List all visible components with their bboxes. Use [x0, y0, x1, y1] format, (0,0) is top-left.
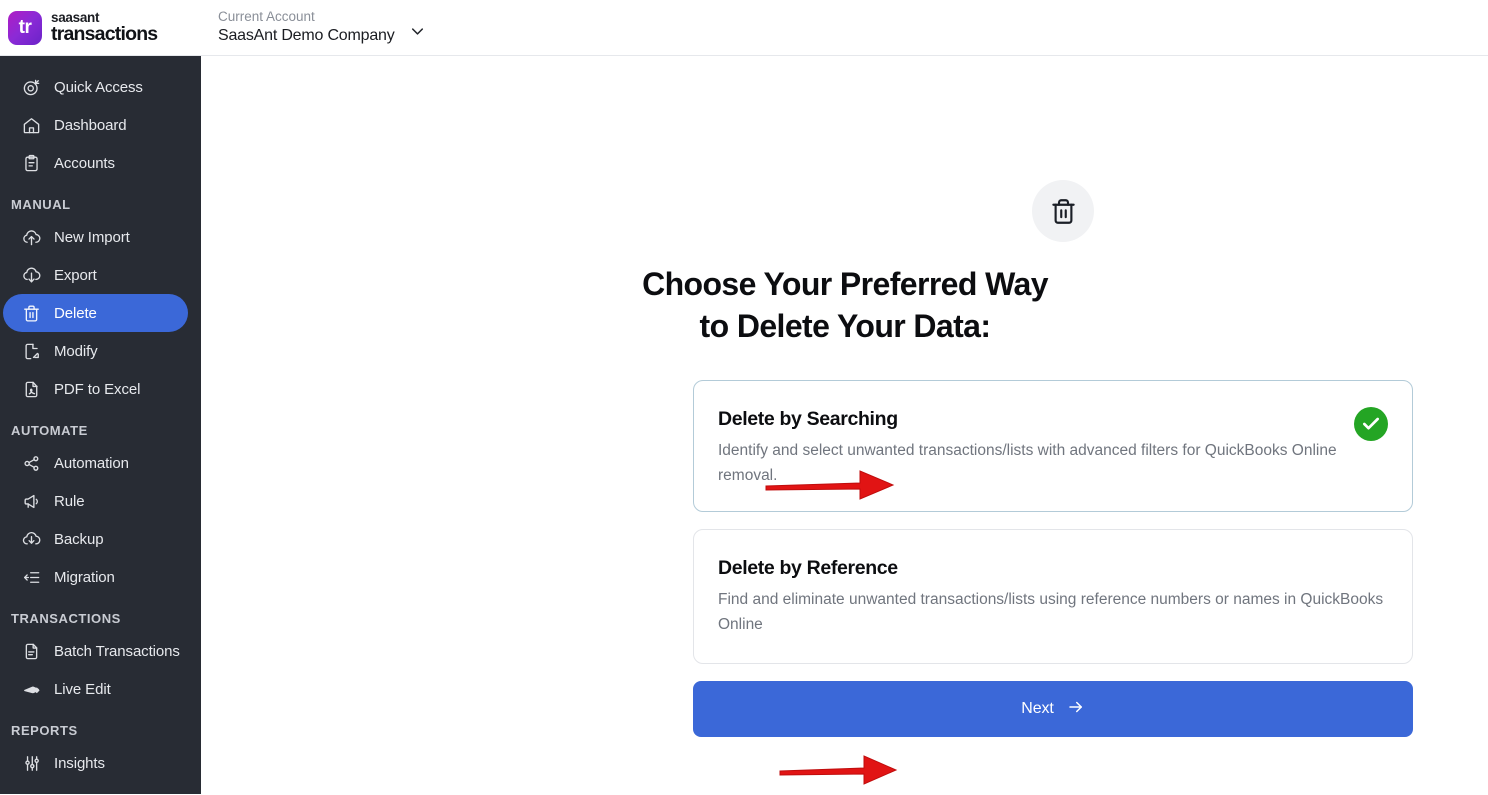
- megaphone-icon: [22, 492, 41, 511]
- sidebar-item-label: Accounts: [54, 154, 115, 172]
- sidebar-item-automation[interactable]: Automation: [3, 444, 188, 482]
- sidebar-item-backup[interactable]: Backup: [3, 520, 188, 558]
- cloud-upload-icon: [22, 228, 41, 247]
- current-account-value: SaasAnt Demo Company: [218, 26, 395, 44]
- sidebar-item-insights[interactable]: Insights: [3, 744, 188, 782]
- sidebar-item-rule[interactable]: Rule: [3, 482, 188, 520]
- sidebar-item-dashboard[interactable]: Dashboard: [3, 106, 188, 144]
- main-content-area: Choose Your Preferred Way to Delete Your…: [201, 56, 1488, 794]
- saasant-logo-icon: tr: [8, 10, 42, 45]
- sidebar-item-label: Quick Access: [54, 78, 143, 96]
- sidebar-item-label: Export: [54, 266, 97, 284]
- hero-trash-icon: [1032, 180, 1094, 242]
- trash-icon: [22, 304, 41, 323]
- sidebar-item-label: Live Edit: [54, 680, 111, 698]
- sidebar-item-migration[interactable]: Migration: [3, 558, 188, 596]
- home-icon: [22, 116, 41, 135]
- document-icon: [22, 642, 41, 661]
- sidebar-item-label: Dashboard: [54, 116, 127, 134]
- clipboard-icon: [22, 154, 41, 173]
- sidebar-item-live-edit[interactable]: Live Edit: [3, 670, 188, 708]
- option-card-delete-by-reference[interactable]: Delete by Reference Find and eliminate u…: [693, 529, 1413, 664]
- sidebar-item-accounts[interactable]: Accounts: [3, 144, 188, 182]
- sidebar-item-label: Batch Transactions: [54, 642, 180, 660]
- sidebar-item-label: Delete: [54, 304, 97, 322]
- file-edit-icon: [22, 342, 41, 361]
- sidebar-section-manual: MANUAL: [11, 197, 71, 212]
- check-circle-icon: [1354, 407, 1388, 441]
- sidebar-item-label: Migration: [54, 568, 115, 586]
- option-description: Find and eliminate unwanted transactions…: [718, 591, 1384, 634]
- pencil-tag-icon: [22, 680, 41, 699]
- option-title: Delete by Searching: [718, 408, 898, 430]
- top-header-bar: tr saasant transactions Current Account …: [0, 0, 1488, 56]
- current-account-text: Current Account SaasAnt Demo Company: [218, 9, 395, 46]
- sidebar-item-quick-access[interactable]: Quick Access: [3, 68, 188, 106]
- sidebar-item-new-import[interactable]: New Import: [3, 218, 188, 256]
- sidebar-section-automate: AUTOMATE: [11, 423, 88, 438]
- target-icon: [22, 78, 41, 97]
- sidebar-item-label: New Import: [54, 228, 130, 246]
- current-account-selector[interactable]: Current Account SaasAnt Demo Company: [218, 9, 427, 46]
- next-button-label: Next: [1021, 700, 1054, 717]
- option-card-delete-by-searching[interactable]: Delete by Searching Identify and select …: [693, 380, 1413, 512]
- sidebar-item-label: Insights: [54, 754, 105, 772]
- sidebar-item-label: Modify: [54, 342, 98, 360]
- page-title-line-2: to Delete Your Data:: [699, 307, 991, 344]
- sidebar-item-modify[interactable]: Modify: [3, 332, 188, 370]
- option-description: Identify and select unwanted transaction…: [718, 442, 1337, 485]
- brand-logo[interactable]: tr saasant transactions: [0, 0, 201, 56]
- sidebar-item-label: Automation: [54, 454, 129, 472]
- cloud-backup-icon: [22, 530, 41, 549]
- sidebar-item-label: Rule: [54, 492, 85, 510]
- sidebar-section-transactions: TRANSACTIONS: [11, 611, 121, 626]
- annotation-arrow-to-next-button: [778, 750, 900, 795]
- sidebar-item-batch-transactions[interactable]: Batch Transactions: [3, 632, 188, 670]
- sidebar-item-delete[interactable]: Delete: [3, 294, 188, 332]
- sidebar-item-export[interactable]: Export: [3, 256, 188, 294]
- sidebar-item-pdf-to-excel[interactable]: PDF to Excel: [3, 370, 188, 408]
- brand-name-transactions: transactions: [51, 23, 158, 45]
- brand-name-saasant: saasant: [51, 9, 100, 25]
- next-button[interactable]: Next: [693, 681, 1413, 737]
- chevron-down-icon[interactable]: [408, 14, 427, 41]
- share-nodes-icon: [22, 454, 41, 473]
- pdf-file-icon: [22, 380, 41, 399]
- brand-wordmark: saasant transactions: [51, 9, 158, 45]
- current-account-label: Current Account: [218, 9, 315, 25]
- sidebar-item-label: PDF to Excel: [54, 380, 141, 398]
- arrow-right-icon: [1067, 698, 1085, 721]
- page-title-line-1: Choose Your Preferred Way: [642, 266, 1048, 302]
- sidebar-item-label: Backup: [54, 530, 104, 548]
- option-title: Delete by Reference: [718, 557, 898, 579]
- sliders-icon: [22, 754, 41, 773]
- page-title: Choose Your Preferred Way to Delete Your…: [641, 264, 1049, 347]
- migration-icon: [22, 568, 41, 587]
- cloud-download-icon: [22, 266, 41, 285]
- main-sidebar[interactable]: Quick Access Dashboard Accounts MANUAL New I…: [0, 56, 201, 794]
- sidebar-section-reports: REPORTS: [11, 723, 78, 738]
